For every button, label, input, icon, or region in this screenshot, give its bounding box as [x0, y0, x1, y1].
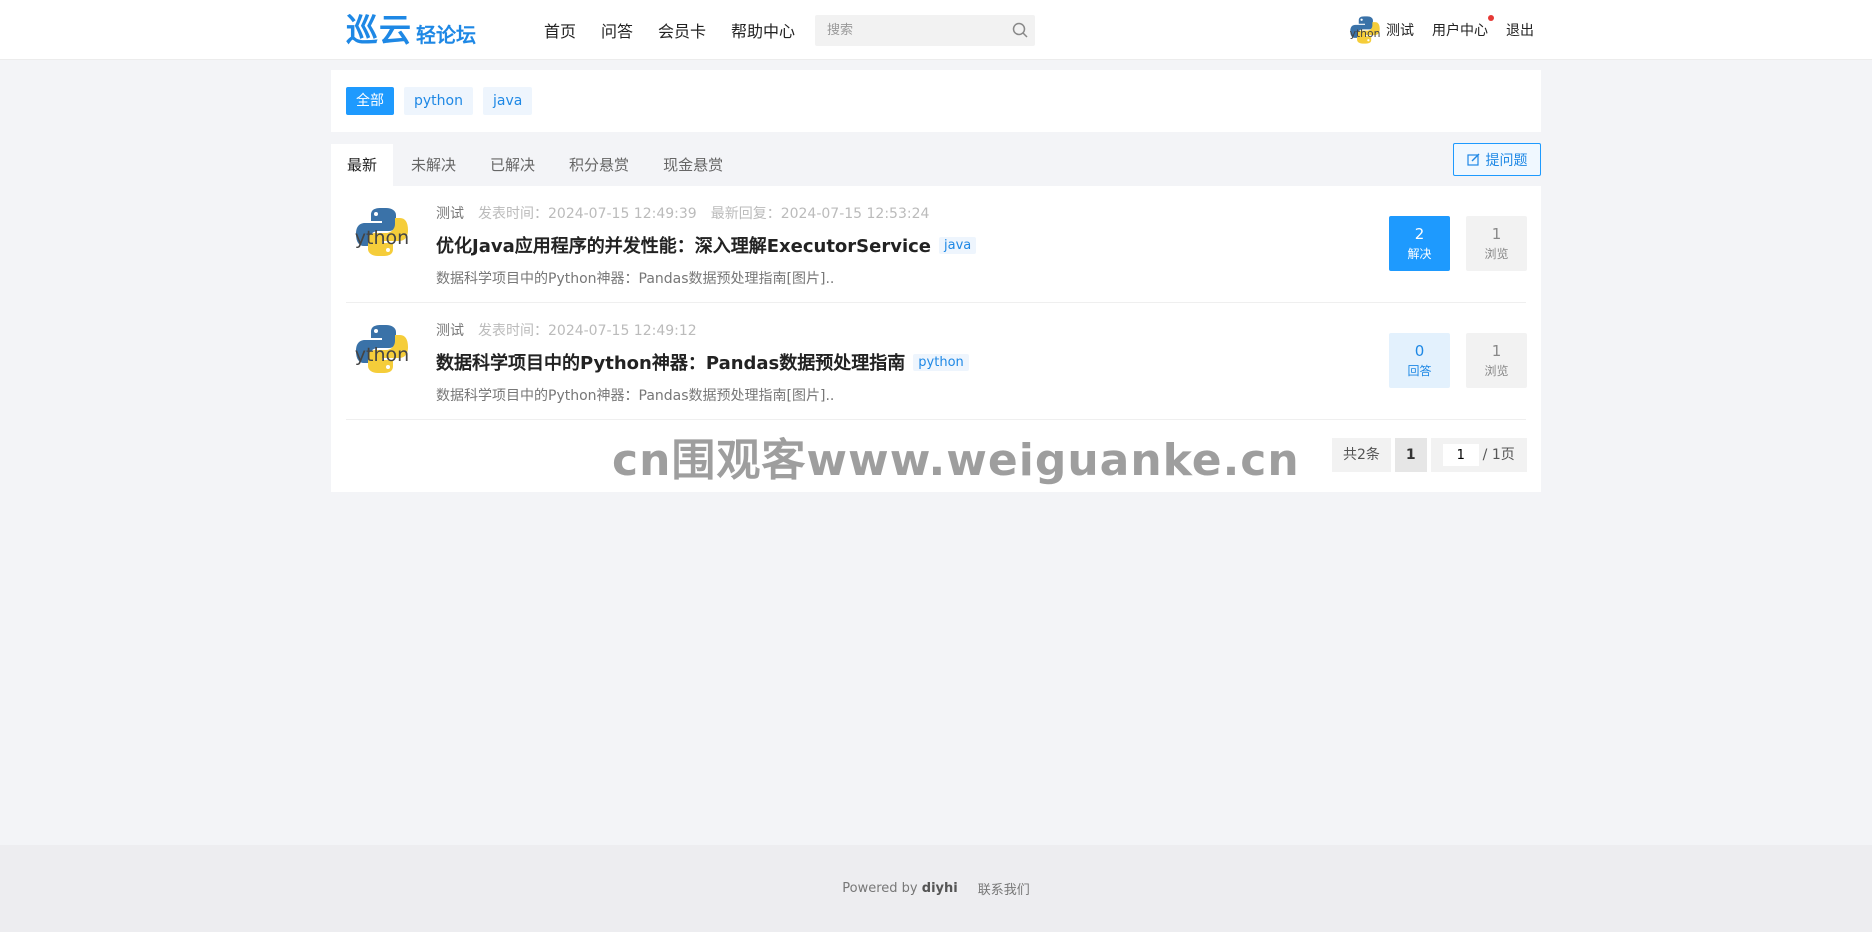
tab-latest[interactable]: 最新 — [331, 144, 394, 186]
username: 测试 — [1386, 23, 1414, 39]
question-title-text: 数据科学项目中的Python神器：Pandas数据预处理指南 — [436, 353, 906, 374]
powered-by-prefix: Powered by — [842, 881, 918, 896]
site-logo[interactable]: 巡云 轻论坛 — [346, 12, 476, 48]
view-count-label: 浏览 — [1484, 364, 1509, 378]
question-title[interactable]: 优化Java应用程序的并发性能：深入理解ExecutorService java — [436, 232, 977, 258]
search-icon[interactable] — [1011, 21, 1029, 39]
question-title-text: 优化Java应用程序的并发性能：深入理解ExecutorService — [436, 236, 931, 257]
tab-cash-reward[interactable]: 现金悬赏 — [647, 144, 739, 186]
notification-dot — [1488, 15, 1494, 21]
view-count: 1 — [1491, 342, 1502, 360]
view-count: 1 — [1491, 225, 1502, 243]
author-name[interactable]: 测试 — [436, 203, 464, 223]
list-item: 测试 发表时间：2024-07-15 12:49:39 最新回复：2024-07… — [346, 186, 1527, 303]
pagination-total: 共2条 — [1332, 438, 1391, 472]
page-jump-input[interactable] — [1442, 444, 1479, 466]
question-tag[interactable]: java — [939, 236, 977, 254]
contact-us-link[interactable]: 联系我们 — [978, 879, 1030, 898]
question-excerpt: 数据科学项目中的Python神器：Pandas数据预处理指南[图片].. — [436, 271, 835, 287]
last-reply-time: 最新回复：2024-07-15 12:53:24 — [710, 206, 930, 222]
nav-help-center[interactable]: 帮助中心 — [731, 18, 795, 42]
ask-question-label: 提问题 — [1485, 152, 1528, 169]
ask-question-button[interactable]: 提问题 — [1453, 143, 1541, 176]
user-profile-link[interactable]: 测试 — [1348, 13, 1414, 47]
search-box — [815, 15, 1035, 46]
top-header: 巡云 轻论坛 首页 问答 会员卡 帮助中心 测试 用户中心 退出 — [0, 0, 1872, 60]
powered-by-brand[interactable]: diyhi — [922, 881, 958, 896]
nav-membership-card[interactable]: 会员卡 — [658, 18, 706, 42]
list-item: 测试 发表时间：2024-07-15 12:49:12 数据科学项目中的Pyth… — [346, 303, 1527, 420]
tag-java[interactable]: java — [482, 87, 533, 115]
tag-python[interactable]: python — [404, 87, 473, 115]
tag-filter-bar: 全部 python java — [331, 70, 1541, 132]
answer-count-label: 解决 — [1407, 247, 1432, 261]
pagination-jump: / 1页 — [1430, 438, 1527, 472]
pagination-current-page[interactable]: 1 — [1394, 438, 1427, 472]
footer: Powered by diyhi 联系我们 — [0, 845, 1872, 932]
tag-all[interactable]: 全部 — [346, 87, 394, 115]
logout-link[interactable]: 退出 — [1506, 20, 1534, 40]
view-count-label: 浏览 — [1484, 247, 1509, 261]
main-nav: 首页 问答 会员卡 帮助中心 — [544, 0, 795, 60]
search-input[interactable] — [815, 15, 995, 46]
answer-count-label: 回答 — [1407, 364, 1432, 378]
view-count-badge: 1 浏览 — [1466, 216, 1527, 271]
powered-by: Powered by diyhi — [842, 881, 957, 896]
question-meta: 测试 发表时间：2024-07-15 12:49:12 — [436, 320, 697, 340]
answer-count: 2 — [1414, 225, 1425, 243]
author-name[interactable]: 测试 — [436, 320, 464, 340]
author-avatar[interactable] — [352, 202, 412, 262]
nav-home[interactable]: 首页 — [544, 18, 576, 42]
view-count-badge: 1 浏览 — [1466, 333, 1527, 388]
question-title[interactable]: 数据科学项目中的Python神器：Pandas数据预处理指南 python — [436, 349, 969, 375]
watermark: cn围观客www.weiguanke.cn — [612, 435, 1300, 486]
answer-count: 0 — [1414, 342, 1425, 360]
posted-time: 发表时间：2024-07-15 12:49:39 — [478, 206, 697, 222]
answer-count-badge: 0 回答 — [1389, 333, 1450, 388]
question-excerpt: 数据科学项目中的Python神器：Pandas数据预处理指南[图片].. — [436, 388, 835, 404]
user-center-label: 用户中心 — [1432, 23, 1488, 39]
question-tag[interactable]: python — [913, 353, 969, 371]
tab-solved[interactable]: 已解决 — [474, 144, 551, 186]
logo-sub-text: 轻论坛 — [416, 23, 477, 47]
user-avatar — [1348, 13, 1382, 47]
tab-unsolved[interactable]: 未解决 — [395, 144, 472, 186]
logo-main-text: 巡云 — [346, 11, 413, 49]
user-center-link[interactable]: 用户中心 — [1432, 15, 1494, 40]
nav-qa[interactable]: 问答 — [601, 18, 633, 42]
pagination: 共2条 1 / 1页 — [1332, 438, 1527, 472]
question-meta: 测试 发表时间：2024-07-15 12:49:39 最新回复：2024-07… — [436, 203, 929, 223]
posted-time: 发表时间：2024-07-15 12:49:12 — [478, 323, 697, 339]
answer-count-badge: 2 解决 — [1389, 216, 1450, 271]
pagination-page-count: / 1页 — [1482, 447, 1515, 463]
question-tabs: 最新 未解决 已解决 积分悬赏 现金悬赏 — [331, 144, 739, 186]
edit-icon — [1466, 153, 1479, 166]
tab-points-reward[interactable]: 积分悬赏 — [553, 144, 645, 186]
author-avatar[interactable] — [352, 319, 412, 379]
user-area: 测试 用户中心 退出 — [1348, 0, 1534, 60]
